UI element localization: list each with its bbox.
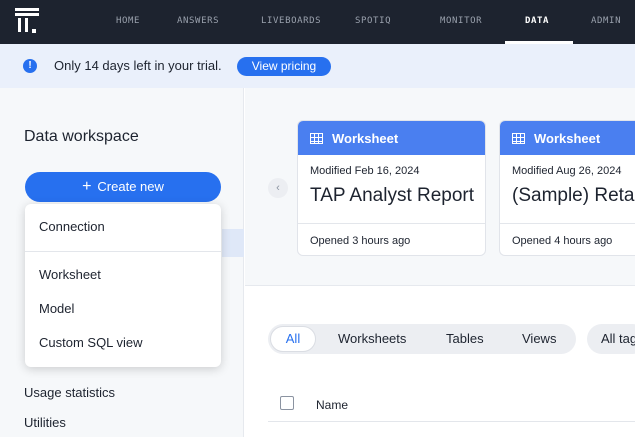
card-opened: Opened 4 hours ago bbox=[512, 235, 613, 247]
worksheet-icon bbox=[512, 133, 525, 144]
card-type: Worksheet bbox=[534, 131, 601, 146]
all-tags-filter[interactable]: All tags bbox=[587, 324, 635, 354]
page-title: Data workspace bbox=[24, 128, 139, 145]
top-nav: HOME ANSWERS LIVEBOARDS SPOTIQ MONITOR D… bbox=[0, 0, 635, 44]
plus-icon: + bbox=[82, 178, 92, 195]
column-header-name[interactable]: Name bbox=[316, 398, 348, 412]
thoughtspot-logo-icon[interactable] bbox=[15, 8, 39, 36]
menu-item-custom-sql-view[interactable]: Custom SQL view bbox=[39, 335, 143, 350]
filter-views[interactable]: Views bbox=[522, 331, 556, 346]
card-divider bbox=[298, 223, 485, 224]
card-modified: Modified Aug 26, 2024 bbox=[512, 165, 622, 177]
recent-card[interactable]: Worksheet Modified Aug 26, 2024 (Sample)… bbox=[499, 120, 635, 256]
nav-home[interactable]: HOME bbox=[116, 16, 140, 26]
view-pricing-button[interactable]: View pricing bbox=[237, 57, 331, 76]
sidebar-item-usage-statistics[interactable]: Usage statistics bbox=[24, 385, 115, 400]
nav-spotiq[interactable]: SPOTIQ bbox=[355, 16, 391, 26]
card-modified: Modified Feb 16, 2024 bbox=[310, 165, 420, 177]
filter-tables[interactable]: Tables bbox=[446, 331, 484, 346]
card-type: Worksheet bbox=[332, 131, 399, 146]
create-new-label: Create new bbox=[97, 179, 164, 194]
menu-item-connection[interactable]: Connection bbox=[39, 219, 105, 234]
card-divider bbox=[500, 223, 635, 224]
create-new-menu: Connection Worksheet Model Custom SQL vi… bbox=[25, 204, 221, 367]
nav-admin[interactable]: ADMIN bbox=[591, 16, 621, 26]
card-header: Worksheet bbox=[500, 121, 635, 155]
chevron-left-icon[interactable]: ‹ bbox=[268, 178, 288, 198]
trial-banner: ! Only 14 days left in your trial. View … bbox=[0, 44, 635, 88]
filter-worksheets[interactable]: Worksheets bbox=[338, 331, 406, 346]
nav-answers[interactable]: ANSWERS bbox=[177, 16, 219, 26]
card-title: TAP Analyst Report bbox=[310, 185, 475, 206]
select-all-checkbox[interactable] bbox=[280, 396, 294, 410]
recent-card[interactable]: Worksheet Modified Feb 16, 2024 TAP Anal… bbox=[297, 120, 486, 256]
menu-divider bbox=[25, 251, 221, 252]
sidebar-item-utilities[interactable]: Utilities bbox=[24, 415, 66, 430]
card-header: Worksheet bbox=[298, 121, 485, 155]
card-title: (Sample) Retail bbox=[512, 185, 635, 206]
table-header-divider bbox=[268, 421, 635, 422]
menu-item-worksheet[interactable]: Worksheet bbox=[39, 267, 101, 282]
menu-item-model[interactable]: Model bbox=[39, 301, 74, 316]
create-new-button[interactable]: + Create new bbox=[25, 172, 221, 202]
info-icon: ! bbox=[23, 59, 37, 73]
nav-liveboards[interactable]: LIVEBOARDS bbox=[261, 16, 321, 26]
nav-monitor[interactable]: MONITOR bbox=[440, 16, 482, 26]
sidebar-selected-item[interactable] bbox=[222, 229, 244, 257]
filter-all[interactable]: All bbox=[270, 326, 316, 352]
nav-data[interactable]: DATA bbox=[525, 16, 549, 26]
card-opened: Opened 3 hours ago bbox=[310, 235, 411, 247]
worksheet-icon bbox=[310, 133, 323, 144]
trial-message: Only 14 days left in your trial. bbox=[54, 58, 222, 73]
